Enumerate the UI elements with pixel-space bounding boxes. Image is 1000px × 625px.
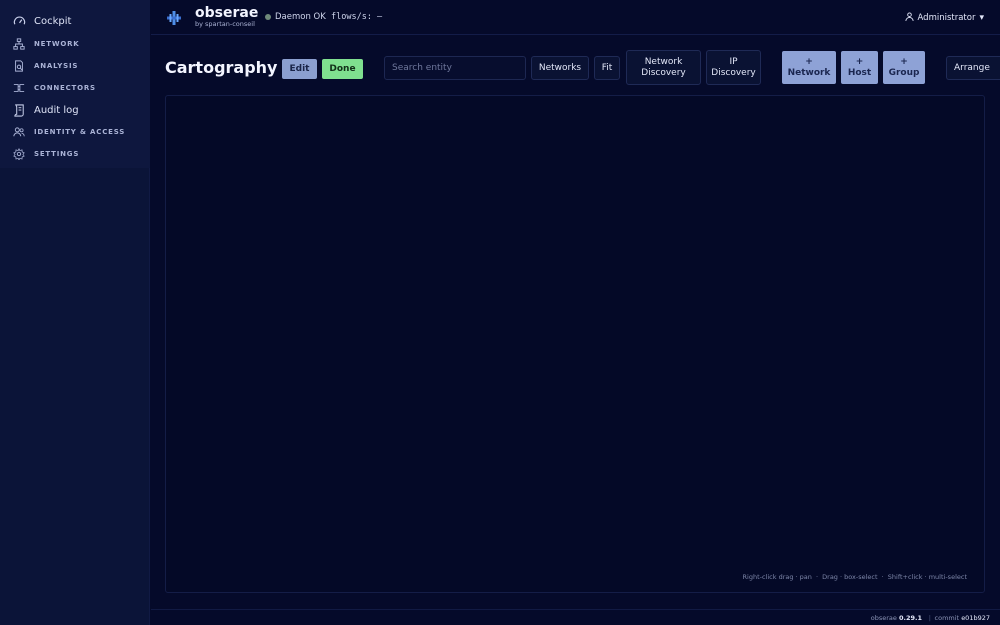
canvas-hints: Right-click drag · pan · Drag · box-sele… [742,573,968,581]
page-title: Cartography [165,58,278,77]
sidebar-item-label: ANALYSIS [34,62,79,70]
sidebar: Cockpit NETWORK ANALYSIS CONNECTORS Audi… [0,0,150,625]
daemon-status-dot [265,14,271,20]
sidebar-item-cockpit[interactable]: Cockpit [0,10,150,32]
ip-discovery-label-2: Discovery [711,67,756,78]
hint-separator: · [815,573,819,581]
sidebar-item-label: Audit log [34,104,79,116]
add-host-button[interactable]: + Host [841,51,878,84]
user-icon [904,12,914,24]
arrange-button[interactable]: Arrange [946,56,1000,80]
add-network-button[interactable]: + Network [782,51,836,84]
network-discovery-button[interactable]: Network Discovery [626,50,701,85]
network-discovery-label-2: Discovery [641,67,686,78]
chevron-down-icon: ▾ [979,13,984,23]
sidebar-item-settings[interactable]: SETTINGS [0,143,150,165]
plus-icon: + [855,56,864,67]
sidebar-item-connectors[interactable]: CONNECTORS [0,77,150,99]
sidebar-item-label: Cockpit [34,15,72,27]
network-discovery-label-1: Network [644,56,683,67]
sidebar-item-label: CONNECTORS [34,84,96,92]
gauge-icon [12,14,26,28]
gear-icon [12,147,26,161]
top-bar: obserae by spartan-conseil Daemon OK flo… [151,0,1000,35]
scroll-icon [12,103,26,117]
cartography-canvas[interactable]: Right-click drag · pan · Drag · box-sele… [165,95,985,593]
sidebar-item-network[interactable]: NETWORK [0,33,150,55]
commit-hash: commit e01b927 [934,614,990,622]
sidebar-item-analysis[interactable]: ANALYSIS [0,55,150,77]
sidebar-item-label: SETTINGS [34,150,80,158]
add-group-button[interactable]: + Group [883,51,925,84]
sidebar-item-label: NETWORK [34,40,80,48]
hint-separator: · [881,573,884,581]
app-name: obserae [195,5,259,21]
networks-button[interactable]: Networks [531,56,589,80]
users-icon [12,125,26,139]
footer-separator: | [928,614,931,622]
network-icon [12,37,26,51]
add-host-label: Host [847,67,872,78]
app-vendor: by spartan-conseil [195,20,255,28]
edit-button[interactable]: Edit [282,59,317,79]
done-button[interactable]: Done [322,59,363,79]
daemon-status: Daemon OK [275,12,326,22]
app-version: obserae 0.29.1 [870,614,922,622]
footer: obserae 0.29.1 | commit e01b927 [151,609,1000,625]
user-menu[interactable]: Administrator ▾ [904,12,984,24]
sidebar-item-audit-log[interactable]: Audit log [0,99,150,121]
sidebar-item-identity-access[interactable]: IDENTITY & ACCESS [0,121,150,143]
add-group-label: Group [888,67,920,78]
hint-pan: Right-click drag · pan [742,573,812,581]
plus-icon: + [900,56,908,67]
plus-icon: + [805,56,813,67]
flows-rate: flows/s: — [331,12,383,22]
hint-multi-select: Shift+click · multi-select [887,573,967,581]
add-network-label: Network [787,67,831,78]
fit-button[interactable]: Fit [594,56,620,80]
hint-box-select: Drag · box-select [822,573,878,581]
ip-discovery-label-1: IP [729,56,738,67]
analysis-icon [12,59,26,73]
obserae-logo-icon[interactable] [167,10,181,29]
search-input[interactable] [384,56,526,80]
ip-discovery-button[interactable]: IP Discovery [706,50,761,85]
user-name: Administrator [917,13,976,23]
plug-icon [12,81,26,95]
sidebar-item-label: IDENTITY & ACCESS [34,128,126,136]
